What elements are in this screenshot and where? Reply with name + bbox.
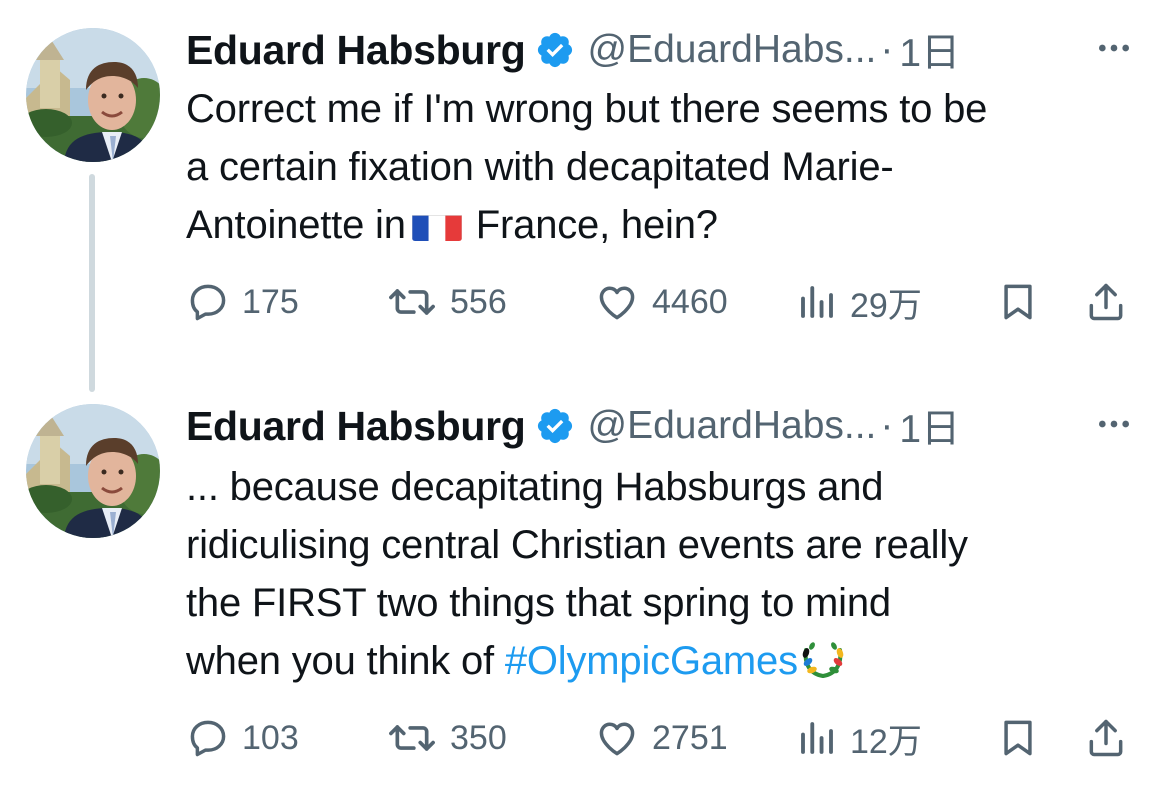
retweet-button[interactable]: 556: [386, 272, 507, 332]
like-button[interactable]: 4460: [594, 272, 728, 332]
tweet-actions: 103 350 2751 12万: [186, 708, 1140, 768]
retweet-icon: [389, 289, 435, 315]
share-icon: [1089, 283, 1123, 321]
tweet-text-line: a certain fixation with decapitated Mari…: [186, 145, 894, 189]
share-icon: [1089, 719, 1123, 757]
views-count: 12万: [850, 722, 922, 761]
tweet-header: Eduard Habsburg @EduardHabs... · 1日: [186, 22, 1146, 78]
separator-dot: ·: [880, 404, 894, 447]
tweet-text-line: ... because decapitating Habsburgs and: [186, 465, 884, 509]
reply-button[interactable]: 175: [186, 272, 299, 332]
tweet-text-fragment: Antoinette in: [186, 203, 406, 247]
bookmark-button[interactable]: [996, 708, 1040, 768]
french-flag-icon: [411, 207, 462, 241]
share-button[interactable]: [1084, 708, 1128, 768]
profile-photo-icon: [26, 404, 160, 538]
profile-photo-icon: [26, 28, 160, 162]
user-handle[interactable]: @EduardHabs...: [587, 404, 876, 448]
retweet-count: 350: [450, 718, 507, 757]
hashtag-link[interactable]: #OlympicGames: [505, 639, 798, 683]
timestamp[interactable]: 1日: [899, 398, 960, 454]
tweet-text-line: Antoinette in France, hein?: [186, 196, 1140, 254]
views-chart-icon: [801, 286, 833, 318]
tweet-actions: 175 556 4460 29万: [186, 272, 1140, 332]
tweet-text-fragment: France, hein?: [475, 203, 718, 247]
reply-count: 175: [242, 282, 299, 321]
views-count: 29万: [850, 286, 922, 325]
bookmark-button[interactable]: [996, 272, 1040, 332]
tweet-text-fragment: when you think of: [186, 639, 494, 683]
tweet-text: ... because decapitating Habsburgs and r…: [186, 458, 1140, 690]
display-name[interactable]: Eduard Habsburg: [186, 403, 526, 450]
avatar[interactable]: [26, 28, 160, 162]
retweet-icon: [389, 725, 435, 751]
retweet-count: 556: [450, 282, 507, 321]
display-name[interactable]: Eduard Habsburg: [186, 27, 526, 74]
views-button[interactable]: 29万: [796, 272, 922, 332]
tweet-text-line: Correct me if I'm wrong but there seems …: [186, 87, 988, 131]
share-button[interactable]: [1084, 272, 1128, 332]
more-options-icon[interactable]: [1094, 404, 1134, 444]
views-chart-icon: [801, 722, 833, 754]
tweet-header: Eduard Habsburg @EduardHabs... · 1日: [186, 398, 1146, 454]
avatar[interactable]: [26, 404, 160, 538]
olympic-wreath-icon: [800, 636, 846, 682]
like-count: 4460: [652, 282, 728, 321]
reply-icon: [190, 720, 226, 757]
user-handle[interactable]: @EduardHabs...: [587, 28, 876, 72]
separator-dot: ·: [880, 28, 894, 71]
verified-badge-icon[interactable]: [535, 30, 575, 70]
like-count: 2751: [652, 718, 728, 757]
like-button[interactable]: 2751: [594, 708, 728, 768]
more-options-icon[interactable]: [1094, 28, 1134, 68]
tweet-text: Correct me if I'm wrong but there seems …: [186, 80, 1140, 254]
tweet-text-line: when you think of #OlympicGames: [186, 632, 1140, 690]
verified-badge-icon[interactable]: [535, 406, 575, 446]
retweet-button[interactable]: 350: [386, 708, 507, 768]
bookmark-icon: [1004, 720, 1032, 756]
views-button[interactable]: 12万: [796, 708, 922, 768]
tweet[interactable]: Eduard Habsburg @EduardHabs... · 1日 ... …: [0, 380, 1170, 801]
reply-button[interactable]: 103: [186, 708, 299, 768]
reply-count: 103: [242, 718, 299, 757]
bookmark-icon: [1004, 284, 1032, 320]
heart-icon: [599, 722, 635, 756]
timestamp[interactable]: 1日: [899, 22, 960, 78]
tweet-text-line: the FIRST two things that spring to mind: [186, 581, 891, 625]
heart-icon: [599, 286, 635, 320]
reply-icon: [190, 284, 226, 321]
tweet[interactable]: Eduard Habsburg @EduardHabs... · 1日 Corr…: [0, 0, 1170, 380]
tweet-text-line: ridiculising central Christian events ar…: [186, 523, 968, 567]
